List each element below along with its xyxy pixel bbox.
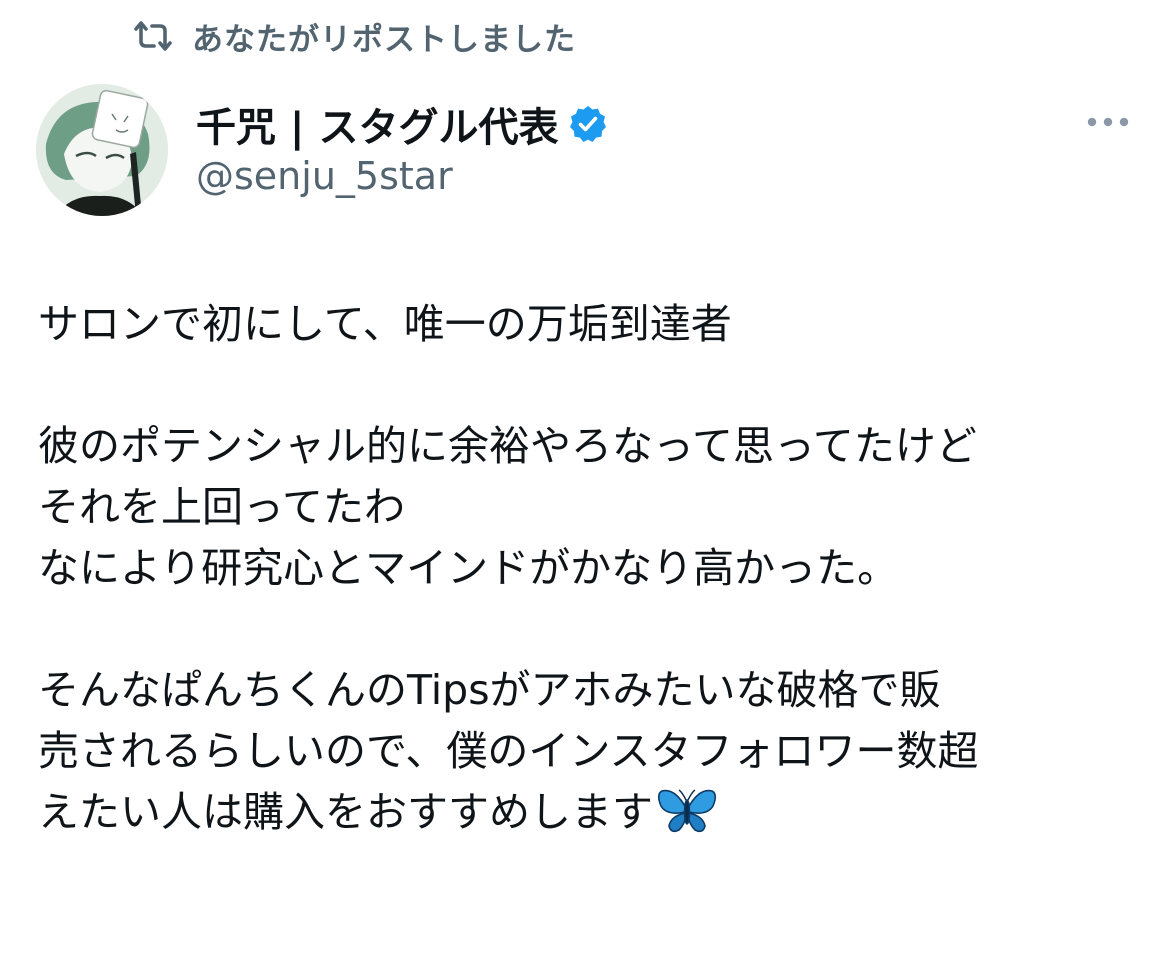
repost-indicator[interactable]: あなたがリポストしました	[132, 14, 576, 58]
repost-icon	[132, 19, 174, 53]
display-name[interactable]: 千咒 | スタグル代表	[196, 95, 558, 153]
user-handle[interactable]: @senju_5star	[196, 154, 608, 198]
verified-badge-icon	[568, 104, 608, 144]
more-options-button[interactable]	[1080, 104, 1136, 140]
repost-label: あなたがリポストしました	[192, 21, 576, 58]
tweet-line: そんなぱんちくんのTipsがアホみたいな破格で販	[38, 666, 941, 714]
tweet-line: それを上回ってたわ	[38, 483, 405, 531]
butterfly-emoji-icon	[657, 786, 717, 836]
avatar[interactable]	[36, 84, 168, 216]
tweet-line: なにより研究心とマインドがかなり高かった。	[38, 544, 899, 592]
more-horizontal-icon	[1086, 116, 1130, 128]
tweet-line: サロンで初にして、唯一の万垢到達者	[38, 300, 732, 348]
tweet-line-last: えたい人は購入をおすすめします	[38, 782, 1148, 843]
tweet-line: 彼のポテンシャル的に余裕やろなって思ってたけど	[38, 422, 977, 470]
author-info: 千咒 | スタグル代表 @senju_5star	[196, 96, 608, 198]
name-row: 千咒 | スタグル代表	[196, 96, 608, 152]
tweet-text: サロンで初にして、唯一の万垢到達者 彼のポテンシャル的に余裕やろなって思ってたけ…	[38, 294, 1148, 843]
tweet-line: 売されるらしいので、僕のインスタフォロワー数超	[38, 727, 979, 775]
tweet-line-text: えたい人は購入をおすすめします	[38, 788, 653, 836]
